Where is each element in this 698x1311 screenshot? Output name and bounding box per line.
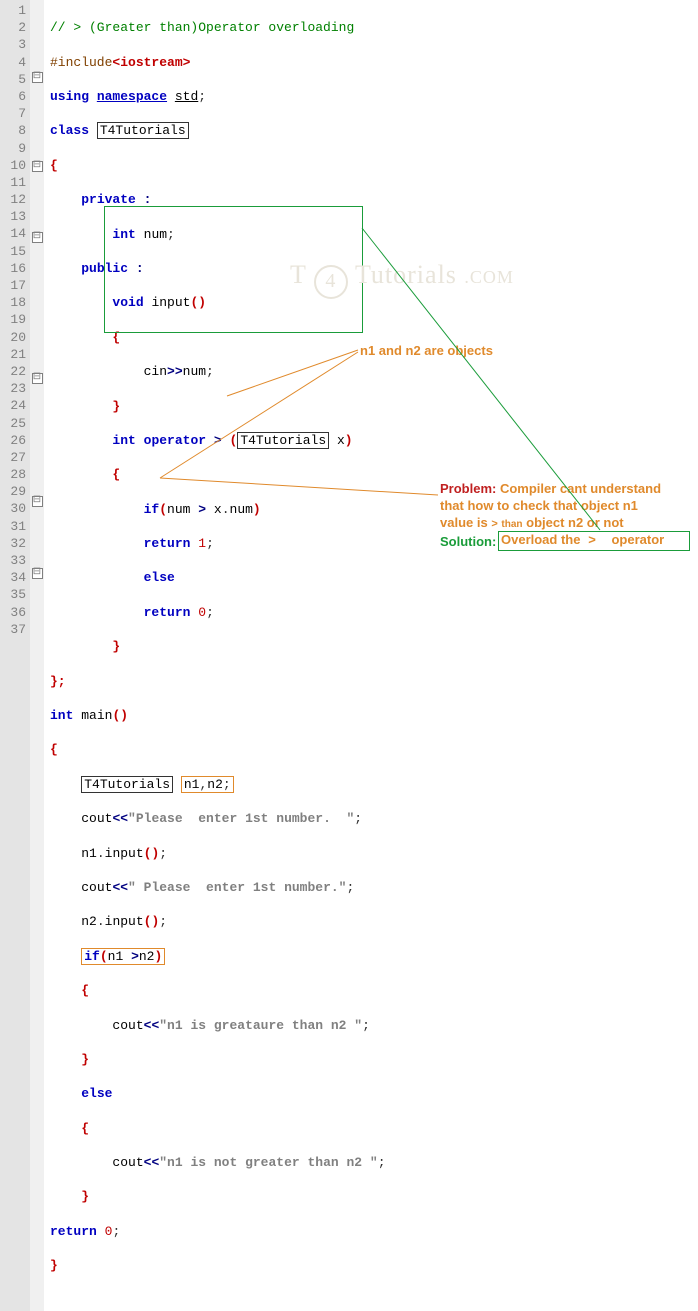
line-number: 18 — [2, 294, 26, 311]
line-number: 9 — [2, 140, 26, 157]
line-number: 2 — [2, 19, 26, 36]
code-line: return 0; — [50, 1223, 698, 1240]
code-line: } — [50, 638, 698, 655]
code-line: } — [50, 1051, 698, 1068]
fold-icon[interactable]: ⊟ — [32, 72, 43, 83]
objects-box: n1,n2; — [181, 776, 234, 793]
line-number: 31 — [2, 518, 26, 535]
line-number: 37 — [2, 621, 26, 638]
solution-box: Overload the > operator — [498, 531, 690, 551]
line-number: 21 — [2, 346, 26, 363]
line-number: 19 — [2, 311, 26, 328]
code-editor: 1 2 3 4 5 6 7 8 9 10 11 12 13 14 15 16 1… — [0, 0, 698, 1311]
code-area[interactable]: // > (Greater than)Operator overloading … — [44, 0, 698, 1311]
line-number: 33 — [2, 552, 26, 569]
code-line: if(n1 >n2) — [50, 948, 698, 965]
line-number: 30 — [2, 500, 26, 517]
line-number: 25 — [2, 415, 26, 432]
code-line: int operator > (T4Tutorials x) — [50, 432, 698, 449]
line-number: 7 — [2, 105, 26, 122]
code-line: n1.input(); — [50, 845, 698, 862]
code-line: } — [50, 1257, 698, 1274]
fold-icon[interactable]: ⊟ — [32, 496, 43, 507]
line-number: 17 — [2, 277, 26, 294]
line-number: 22 — [2, 363, 26, 380]
line-number: 4 — [2, 54, 26, 71]
code-line: int main() — [50, 707, 698, 724]
fold-icon[interactable]: ⊟ — [32, 161, 43, 172]
fold-icon[interactable]: ⊟ — [32, 373, 43, 384]
var-type-box: T4Tutorials — [81, 776, 173, 793]
fold-column: ⊟ ⊟ ⊟ ⊟ ⊟ ⊟ — [30, 0, 44, 1311]
code-line: cin>>num; — [50, 363, 698, 380]
class-name-box: T4Tutorials — [97, 122, 189, 139]
code-line: cout<<"n1 is not greater than n2 "; — [50, 1154, 698, 1171]
line-number: 27 — [2, 449, 26, 466]
annotation-solution: Solution: — [440, 534, 496, 549]
code-line: } — [50, 1188, 698, 1205]
line-number-gutter: 1 2 3 4 5 6 7 8 9 10 11 12 13 14 15 16 1… — [0, 0, 30, 1311]
code-line: { — [50, 157, 698, 174]
code-line: n2.input(); — [50, 913, 698, 930]
line-number: 6 — [2, 88, 26, 105]
line-number: 8 — [2, 122, 26, 139]
line-number: 12 — [2, 191, 26, 208]
code-line: // > (Greater than)Operator overloading — [50, 19, 698, 36]
if-condition-box: if(n1 >n2) — [81, 948, 165, 965]
line-number: 24 — [2, 397, 26, 414]
line-number: 3 — [2, 36, 26, 53]
code-line: { — [50, 982, 698, 999]
line-number: 13 — [2, 208, 26, 225]
code-line: class T4Tutorials — [50, 122, 698, 139]
line-number: 23 — [2, 380, 26, 397]
line-number: 15 — [2, 243, 26, 260]
code-line: #include<iostream> — [50, 54, 698, 71]
code-line: }; — [50, 673, 698, 690]
watermark-logo: T 4 Tutorials .COM — [290, 260, 514, 299]
line-number: 14 — [2, 225, 26, 242]
code-line: else — [50, 1085, 698, 1102]
line-number: 16 — [2, 260, 26, 277]
annotation-objects: n1 and n2 are objects — [360, 343, 493, 358]
line-number: 36 — [2, 604, 26, 621]
fold-icon[interactable]: ⊟ — [32, 232, 43, 243]
code-line: T4Tutorials n1,n2; — [50, 776, 698, 793]
code-line: else — [50, 569, 698, 586]
code-line: cout<<" Please enter 1st number."; — [50, 879, 698, 896]
line-number: 28 — [2, 466, 26, 483]
line-number: 10 — [2, 157, 26, 174]
code-line: { — [50, 741, 698, 758]
line-number: 11 — [2, 174, 26, 191]
code-line: cout<<"Please enter 1st number. "; — [50, 810, 698, 827]
line-number: 1 — [2, 2, 26, 19]
line-number: 35 — [2, 586, 26, 603]
code-line: using namespace std; — [50, 88, 698, 105]
fold-icon[interactable]: ⊟ — [32, 568, 43, 579]
line-number: 29 — [2, 483, 26, 500]
code-line: return 0; — [50, 604, 698, 621]
line-number: 34 — [2, 569, 26, 586]
line-number: 26 — [2, 432, 26, 449]
param-type-box: T4Tutorials — [237, 432, 329, 449]
code-line: cout<<"n1 is greataure than n2 "; — [50, 1017, 698, 1034]
line-number: 5 — [2, 71, 26, 88]
line-number: 32 — [2, 535, 26, 552]
code-line: { — [50, 1120, 698, 1137]
line-number: 20 — [2, 329, 26, 346]
annotation-problem: Problem: Compiler cant understand that h… — [440, 480, 690, 533]
code-line: } — [50, 398, 698, 415]
